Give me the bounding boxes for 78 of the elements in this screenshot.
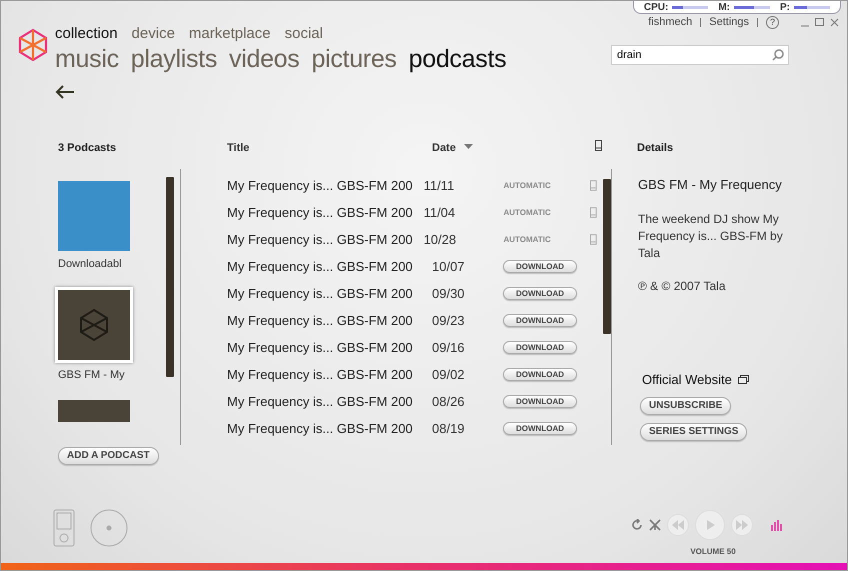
play-icon <box>704 520 716 530</box>
podcast-title: Downloadabl <box>58 257 123 272</box>
episode-title: My Frequency is... GBS-FM 200 <box>227 366 414 384</box>
logo-icon <box>17 28 49 62</box>
details-title: GBS FM - My Frequency <box>638 176 783 194</box>
episode-title: My Frequency is... GBS-FM 200 <box>227 258 414 276</box>
episode-title: My Frequency is... GBS-FM 200 <box>227 230 414 249</box>
details-button[interactable]: SERIES SETTINGS <box>640 423 748 441</box>
episode-title: My Frequency is... GBS-FM 200 <box>227 176 414 195</box>
download-button[interactable]: DOWNLOAD <box>503 368 577 382</box>
column-header[interactable]: Title <box>227 140 250 156</box>
copyright-text: ℗ & © 2007 Tala <box>638 278 727 295</box>
episode-title: My Frequency is... GBS-FM 200 <box>227 204 414 222</box>
download-button[interactable]: DOWNLOAD <box>503 340 577 354</box>
category-tab[interactable]: playlists <box>130 46 218 73</box>
category-tab[interactable]: pictures <box>311 46 397 73</box>
episode-title: My Frequency is... GBS-FM 200 <box>227 284 414 303</box>
episode-date: 08/26 <box>432 392 466 411</box>
episode-date: 08/19 <box>432 420 466 438</box>
meter-label: M: <box>718 0 730 14</box>
search-field[interactable]: drain <box>611 44 789 64</box>
nav-pivot-tab[interactable]: device <box>132 23 175 46</box>
add-podcast-button[interactable]: ADD A PODCAST <box>58 447 159 465</box>
download-button[interactable]: DOWNLOAD <box>503 260 577 274</box>
disc-icon[interactable] <box>90 509 128 547</box>
top-link[interactable]: fishmech <box>648 14 692 30</box>
repeat-icon[interactable] <box>631 519 643 531</box>
episode-date: 09/30 <box>432 284 466 303</box>
status-label: AUTOMATIC <box>504 180 551 192</box>
volume-label: VOLUME 50 <box>690 546 736 558</box>
media-player-icon[interactable] <box>53 509 75 547</box>
details-description: The weekend DJ show My Frequency is... GBS-FM by Tala <box>638 210 784 262</box>
download-button[interactable]: DOWNLOAD <box>503 394 577 408</box>
maximize-icon[interactable] <box>815 18 824 27</box>
logo-icon <box>79 308 109 342</box>
status-label: AUTOMATIC <box>504 234 551 246</box>
episode-date: 10/07 <box>432 258 466 276</box>
nav-pivot-tab[interactable]: collection <box>55 23 118 46</box>
external-window-icon[interactable] <box>738 374 749 384</box>
device-icon <box>595 140 602 151</box>
scroll-thumb[interactable] <box>603 179 611 334</box>
episode-date: 09/02 <box>432 366 466 384</box>
episode-title: My Frequency is... GBS-FM 200 <box>227 312 414 330</box>
episode-title: My Frequency is... GBS-FM 200 <box>227 420 414 438</box>
podcast-title: GBS FM - My <box>58 368 126 382</box>
episode-date: 11/11 <box>424 176 456 195</box>
episode-title: My Frequency is... GBS-FM 200 <box>227 338 414 357</box>
category-tab[interactable]: podcasts <box>408 46 506 73</box>
download-button[interactable]: DOWNLOAD <box>503 314 577 328</box>
episode-date: 09/16 <box>432 338 466 357</box>
episode-date: 10/28 <box>424 230 458 249</box>
category-tab[interactable]: music <box>55 46 119 73</box>
close-icon[interactable] <box>830 18 839 27</box>
website-link[interactable]: Official Website <box>642 370 732 389</box>
download-button[interactable]: DOWNLOAD <box>503 422 577 436</box>
equalizer-icon[interactable] <box>771 519 783 531</box>
category-tab[interactable]: videos <box>229 46 300 73</box>
meter-label: P: <box>780 0 790 14</box>
shuffle-icon[interactable] <box>649 519 661 531</box>
details-header: Details <box>637 141 674 156</box>
podcast-count: 3 Podcasts <box>58 141 118 156</box>
episode-date: 09/23 <box>432 312 466 330</box>
search-icon[interactable] <box>772 48 784 60</box>
fast-forward-icon <box>736 520 748 530</box>
meter-label: CPU: <box>644 0 668 14</box>
help-button[interactable]: ? <box>766 16 779 29</box>
episode-title: My Frequency is... GBS-FM 200 <box>227 392 414 411</box>
nav-pivot-tab[interactable]: social <box>284 23 323 46</box>
nav-pivot-tab[interactable]: marketplace <box>188 23 271 46</box>
back-arrow-icon[interactable] <box>55 85 75 99</box>
rewind-icon <box>672 520 684 530</box>
details-button[interactable]: UNSUBSCRIBE <box>640 397 732 415</box>
episode-date: 11/04 <box>424 204 456 222</box>
download-button[interactable]: DOWNLOAD <box>503 286 577 300</box>
scroll-thumb[interactable] <box>166 177 174 377</box>
column-header[interactable]: Date <box>432 140 456 156</box>
status-label: AUTOMATIC <box>504 206 551 218</box>
top-link[interactable]: Settings <box>709 14 749 30</box>
